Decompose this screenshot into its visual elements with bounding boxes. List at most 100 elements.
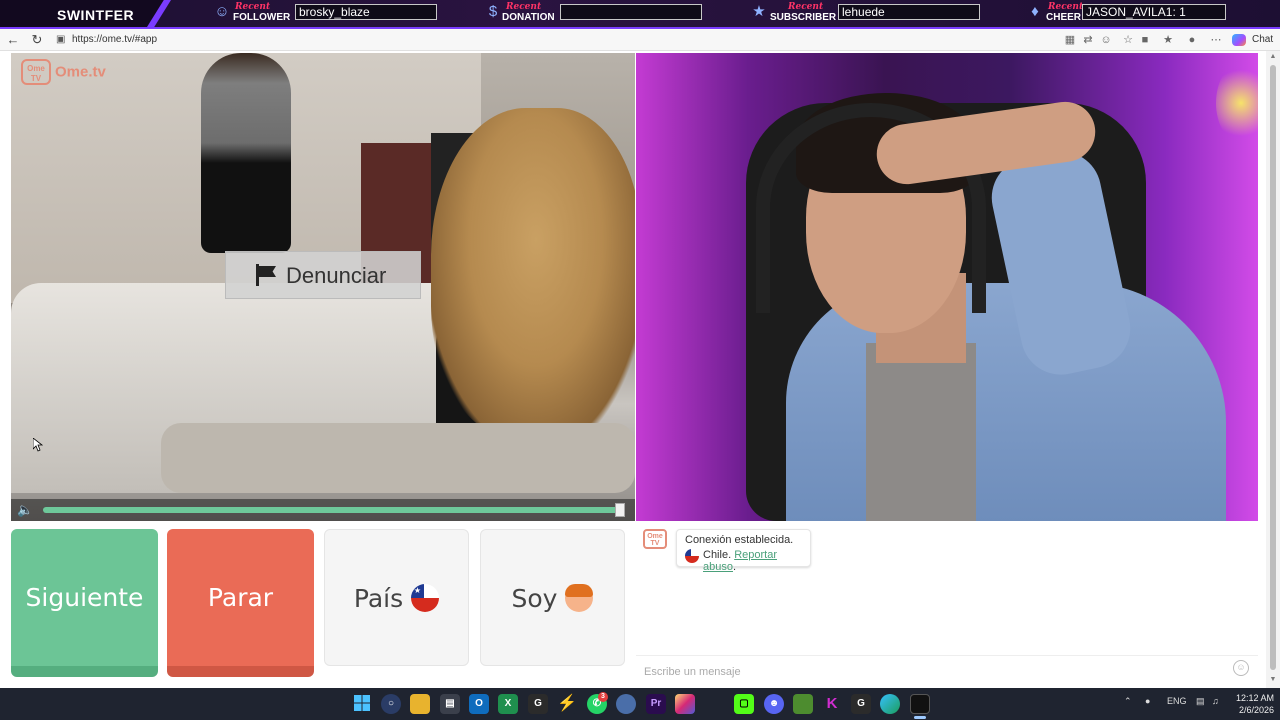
star-icon: ★ bbox=[752, 3, 766, 20]
microphone-icon[interactable]: ● bbox=[1145, 696, 1150, 706]
volume-slider-handle[interactable] bbox=[615, 503, 625, 517]
follower-label: FOLLOWER bbox=[233, 12, 291, 23]
excel-icon[interactable]: X bbox=[498, 694, 518, 714]
copilot-chat-label: Chat bbox=[1252, 34, 1274, 45]
speaker-icon[interactable]: 🔈 bbox=[17, 502, 37, 518]
subscriber-value: lehuede bbox=[838, 4, 980, 20]
ometv-logo-icon: Ome TV bbox=[21, 59, 51, 85]
browser-toolbar: ← ↻ ▣ https://ome.tv/#app ▦ ⇄ ☺ ☆ ■ ★ ● … bbox=[0, 29, 1280, 51]
dollar-icon: $ bbox=[488, 3, 498, 20]
browser-app-icon[interactable] bbox=[616, 694, 636, 714]
recent-label: Recent bbox=[1048, 2, 1084, 12]
user-icon: ☺ bbox=[214, 3, 230, 20]
site-info-icon[interactable]: ▣ bbox=[56, 31, 65, 49]
network-icon[interactable]: ▤ bbox=[1196, 696, 1205, 707]
subscriber-label: SUBSCRIBER bbox=[770, 12, 837, 23]
country-text: Chile. bbox=[703, 549, 732, 561]
address-bar[interactable]: ▣ https://ome.tv/#app bbox=[52, 31, 1052, 49]
bolt-app-icon[interactable]: ⚡ bbox=[557, 694, 577, 714]
obs-app-icon[interactable] bbox=[910, 694, 930, 714]
overlay-cheer: ♦ Recent CHEER JASON_AVILA1: 1 bbox=[1026, 2, 1231, 26]
url-text: https://ome.tv/#app bbox=[72, 34, 158, 45]
outlook-icon[interactable]: O bbox=[469, 694, 489, 714]
system-message: Conexión establecida. Chile. Reportar ab… bbox=[676, 529, 811, 573]
copilot-chat-button[interactable]: Chat bbox=[1232, 31, 1273, 49]
report-button-label: Denunciar bbox=[286, 263, 387, 288]
back-arrow-icon[interactable]: ← bbox=[4, 31, 22, 49]
connection-message: Conexión establecida. bbox=[685, 534, 794, 546]
kick-app-icon[interactable]: ▢ bbox=[734, 694, 754, 714]
next-button-label: Siguiente bbox=[25, 583, 144, 612]
country-button[interactable]: País ★ bbox=[324, 529, 469, 666]
favorites-icon[interactable]: ★ bbox=[1160, 31, 1176, 49]
donation-value bbox=[560, 4, 702, 20]
stranger-video: Ome TV Ome.tv Denunciar 🔈 bbox=[11, 53, 635, 521]
gender-button-label: Soy bbox=[511, 584, 558, 613]
minecraft-icon[interactable] bbox=[793, 694, 813, 714]
overlay-subscriber: ★ Recent SUBSCRIBER lehuede bbox=[750, 2, 985, 26]
instagram-icon[interactable] bbox=[675, 694, 695, 714]
scrollbar-thumb[interactable] bbox=[1270, 65, 1276, 670]
app-icon-g2[interactable]: G bbox=[851, 694, 871, 714]
gender-button[interactable]: Soy bbox=[480, 529, 625, 666]
ometv-page: Ome TV Ome.tv Denunciar 🔈 Siguiente Parar… bbox=[0, 51, 1280, 688]
clock-time: 12:12 AM bbox=[1235, 693, 1274, 703]
app-available-icon[interactable]: ▦ bbox=[1062, 31, 1078, 49]
clock-date: 2/6/2026 bbox=[1238, 705, 1274, 715]
emoji-picker-icon[interactable]: ☺ bbox=[1233, 660, 1249, 676]
more-menu-icon[interactable]: ⋯ bbox=[1208, 31, 1224, 49]
overlay-donation: $ Recent DONATION bbox=[484, 2, 709, 26]
ometv-system-icon: Ome TV bbox=[643, 529, 667, 549]
chat-panel: Ome TV Conexión establecida. Chile. Repo… bbox=[636, 521, 1258, 688]
ometv-logo: Ome TV Ome.tv bbox=[21, 59, 106, 87]
stream-overlay-bar: SWINTFER ☺ Recent FOLLOWER brosky_blaze … bbox=[0, 0, 1280, 29]
app-icon-g[interactable]: G bbox=[528, 694, 548, 714]
chile-flag-icon: ★ bbox=[411, 584, 440, 612]
message-input-placeholder: Escribe un mensaje bbox=[644, 666, 741, 678]
report-button[interactable]: Denunciar bbox=[225, 251, 421, 299]
k-app-icon[interactable]: K bbox=[822, 694, 842, 714]
favorite-star-icon[interactable]: ☆ bbox=[1120, 31, 1136, 49]
whatsapp-badge: 3 bbox=[598, 692, 608, 702]
message-end: . bbox=[732, 561, 737, 573]
copilot-icon bbox=[1232, 34, 1246, 46]
cheer-label: CHEER bbox=[1046, 12, 1082, 23]
overlay-brand: SWINTFER bbox=[0, 0, 170, 27]
page-scrollbar[interactable]: ▲ ▼ bbox=[1266, 51, 1280, 688]
reader-icon[interactable]: ☺ bbox=[1098, 31, 1114, 49]
premiere-icon[interactable]: Pr bbox=[646, 694, 666, 714]
system-clock[interactable]: 12:12 AM 2/6/2026 bbox=[1230, 692, 1274, 716]
cheer-value: JASON_AVILA1: 1 bbox=[1082, 4, 1226, 20]
language-indicator[interactable]: ENG bbox=[1167, 696, 1187, 706]
stop-button-label: Parar bbox=[207, 583, 274, 612]
country-button-label: País bbox=[353, 584, 404, 613]
scroll-up-icon[interactable]: ▲ bbox=[1268, 53, 1278, 63]
edge-icon[interactable] bbox=[880, 694, 900, 714]
file-explorer-icon[interactable] bbox=[410, 694, 430, 714]
donation-label: DONATION bbox=[502, 12, 555, 23]
profile-icon[interactable]: ● bbox=[1184, 31, 1200, 49]
translate-icon[interactable]: ⇄ bbox=[1080, 31, 1096, 49]
message-input[interactable]: Escribe un mensaje bbox=[636, 655, 1258, 688]
overlay-follower: ☺ Recent FOLLOWER brosky_blaze bbox=[213, 2, 443, 26]
scroll-down-icon[interactable]: ▼ bbox=[1268, 676, 1278, 686]
next-button[interactable]: Siguiente bbox=[11, 529, 158, 677]
active-app-indicator bbox=[914, 716, 926, 719]
search-icon[interactable]: ○ bbox=[381, 694, 401, 714]
own-camera-video bbox=[636, 53, 1258, 521]
discord-icon[interactable]: ☻ bbox=[764, 694, 784, 714]
tray-chevron-icon[interactable]: ⌃ bbox=[1124, 696, 1132, 707]
follower-value: brosky_blaze bbox=[295, 4, 437, 20]
volume-slider-track[interactable] bbox=[43, 507, 621, 513]
reload-icon[interactable]: ↻ bbox=[28, 31, 46, 49]
boy-emoji-icon bbox=[565, 584, 594, 612]
stop-button[interactable]: Parar bbox=[167, 529, 314, 677]
recent-label: Recent bbox=[235, 2, 271, 12]
volume-bar: 🔈 bbox=[11, 499, 635, 521]
camera-icon[interactable]: ■ bbox=[1137, 31, 1153, 49]
recent-label: Recent bbox=[788, 2, 824, 12]
store-icon[interactable]: ▤ bbox=[440, 694, 460, 714]
recent-label: Recent bbox=[506, 2, 542, 12]
volume-icon[interactable]: ♫ bbox=[1212, 696, 1219, 706]
windows-start-icon[interactable] bbox=[352, 694, 372, 714]
